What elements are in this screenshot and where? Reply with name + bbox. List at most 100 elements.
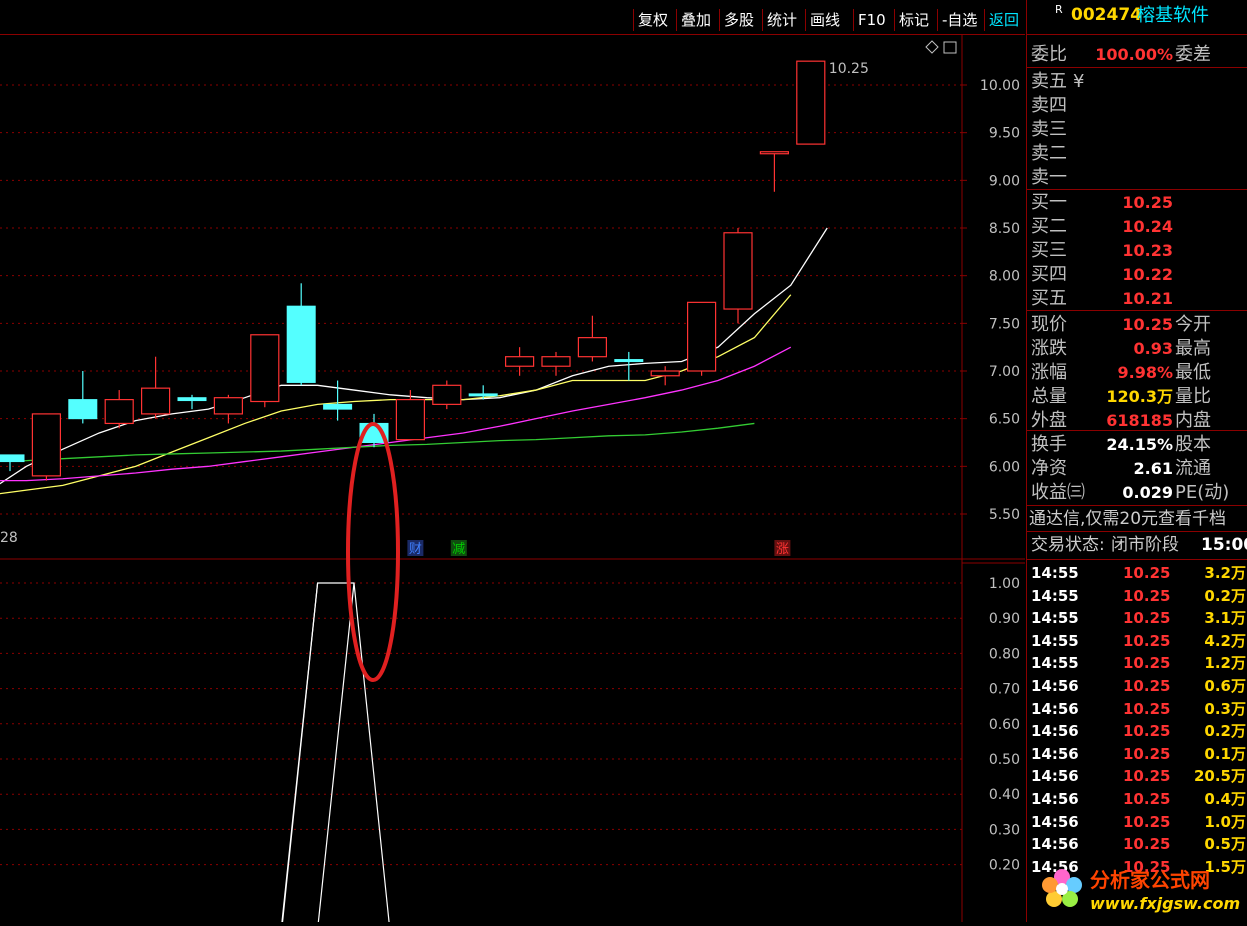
chart-svg: 10.00 9.50 9.00 8.50 8.00 7.50 7.00 6.50 6.00 5.5…: [0, 35, 1025, 926]
tick-volume: 0.6万: [1204, 677, 1246, 695]
quote-row: 总量 120.3万 量比: [1029, 385, 1247, 408]
tick-volume: 0.2万: [1204, 586, 1246, 605]
quote-panel: R 002474 榕基软件 委比 100.00% 委差 卖五 ¥ 卖四 卖三 卖二 卖一 …: [1026, 0, 1247, 922]
status-state: 闭市阶段: [1111, 535, 1179, 555]
quote-label: 总量: [1031, 386, 1067, 407]
candle-body: [104, 399, 134, 425]
tick-price: 10.25: [1123, 677, 1171, 695]
quote-value: 120.3万: [1106, 387, 1173, 406]
toolbar-button[interactable]: 多股: [719, 9, 758, 31]
tick-volume: 3.2万: [1204, 564, 1246, 582]
toolbar-button[interactable]: 统计: [762, 9, 801, 31]
tick-price: 10.25: [1123, 631, 1171, 650]
candle-body: [432, 384, 462, 405]
tick-volume: 4.2万: [1204, 631, 1246, 650]
tick-price: 10.25: [1123, 744, 1171, 763]
stock-name: 榕基软件: [1137, 5, 1209, 26]
sell-level-label: 卖三: [1031, 119, 1067, 140]
indicator-edge: [317, 582, 355, 926]
tick-time: 14:55: [1031, 564, 1079, 582]
y-tick-label: 8.50: [989, 221, 1020, 237]
tick-row: 14:56 10.25 1.0万: [1029, 811, 1247, 833]
sell-level-extra: ¥: [1073, 71, 1085, 92]
sub-y-tick-label: 0.50: [989, 752, 1020, 768]
buy-level-row: 买二 10.24: [1029, 215, 1247, 238]
sub-y-tick-label: 0.40: [989, 787, 1020, 803]
sub-y-tick-label: 0.70: [989, 682, 1020, 698]
buy-level-row: 买五 10.21: [1029, 287, 1247, 310]
candle-body: [650, 370, 680, 377]
sub-y-tick-label: 0.90: [989, 611, 1020, 627]
candle-body: [759, 151, 790, 155]
tick-row: 14:56 10.25 0.3万: [1029, 698, 1247, 720]
quote-label: 现价: [1031, 314, 1067, 335]
tick-price: 10.25: [1123, 812, 1171, 831]
tick-price: 10.25: [1123, 722, 1171, 741]
candle-body: [141, 387, 171, 415]
quote-value: 9.98%: [1117, 363, 1173, 382]
tick-time: 14:56: [1031, 767, 1079, 786]
fundamental-label: 换手: [1031, 434, 1067, 455]
stock-flag: R: [1055, 3, 1063, 16]
tick-row: 14:56 10.25 20.5万: [1029, 765, 1247, 787]
tick-time: 14:55: [1031, 609, 1079, 628]
toolbar-button[interactable]: 复权: [633, 9, 672, 31]
ad-text[interactable]: 通达信,仅需20元查看千档: [1029, 508, 1247, 531]
diff-label: 委差: [1175, 44, 1211, 65]
tick-price: 10.25: [1123, 654, 1171, 673]
tick-time: 14:56: [1031, 699, 1079, 718]
sell-level-row: 卖二: [1029, 142, 1247, 165]
buy-level-row: 买三 10.23: [1029, 239, 1247, 262]
toolbar-button[interactable]: F10: [853, 9, 890, 31]
chart-toolbar: 复权 叠加 多股 统计 画线 F10 标记 -自选 返回: [0, 0, 1025, 35]
tick-volume: 3.1万: [1204, 609, 1246, 628]
sub-y-tick-label: 0.80: [989, 646, 1020, 662]
sell-level-row: 卖一: [1029, 166, 1247, 189]
tick-volume: 0.2万: [1204, 722, 1246, 741]
marker-label: 涨: [776, 542, 789, 557]
chart-area: 10.00 9.50 9.00 8.50 8.00 7.50 7.00 6.50 6.00 5.5…: [0, 35, 1025, 926]
diamond-icon: [925, 40, 939, 54]
toolbar-button[interactable]: -自选: [937, 9, 981, 31]
toolbar-button[interactable]: 标记: [894, 9, 933, 31]
tick-volume: 20.5万: [1193, 767, 1246, 786]
candle-body: [286, 305, 316, 383]
quote-right-label: 今开: [1175, 314, 1211, 335]
candle-body: [796, 60, 826, 145]
buy-level-price: 10.24: [1122, 217, 1173, 236]
buy-level-price: 10.25: [1122, 193, 1173, 212]
status-label: 交易状态:: [1031, 535, 1105, 555]
tick-row: 14:56 10.25 0.2万: [1029, 720, 1247, 742]
candle-body: [323, 403, 353, 410]
toolbar-button[interactable]: 返回: [984, 9, 1023, 31]
status-time: 15:00: [1201, 535, 1247, 555]
ratio-value: 100.00%: [1095, 45, 1173, 64]
y-tick-label: 7.00: [989, 364, 1020, 380]
sub-y-tick-label: 1.00: [989, 576, 1020, 592]
buy-level-label: 买一: [1031, 192, 1067, 213]
quote-label: 涨幅: [1031, 362, 1067, 383]
sell-level-label: 卖二: [1031, 143, 1067, 164]
tick-price: 10.25: [1123, 609, 1171, 628]
flower-icon: [1042, 869, 1082, 907]
toolbar-button[interactable]: 叠加: [676, 9, 715, 31]
fundamental-row: 换手 24.15% 股本: [1029, 433, 1247, 456]
svg-text:分析家公式网: 分析家公式网: [1090, 868, 1210, 892]
candle-body: [541, 356, 571, 367]
tick-time: 14:56: [1031, 812, 1079, 831]
quote-right-label: 最低: [1175, 362, 1211, 383]
toolbar-button[interactable]: 画线: [805, 9, 844, 31]
watermark-logo: 分析家公式网 www.fxjgsw.com: [1042, 868, 1240, 913]
tick-row: 14:55 10.25 4.2万: [1029, 630, 1247, 652]
tick-time: 14:56: [1031, 677, 1079, 695]
trade-status-row: 交易状态: 闭市阶段 15:00: [1029, 534, 1247, 557]
buy-level-price: 10.22: [1122, 265, 1173, 284]
y-tick-label: 10.00: [980, 78, 1020, 94]
quote-row: 外盘 618185 内盘: [1029, 409, 1247, 432]
tick-volume: 0.4万: [1204, 790, 1246, 808]
y-tick-label: 5.50: [989, 507, 1020, 523]
last-price-label: 10.25: [829, 61, 869, 77]
indicator-line: [281, 582, 391, 926]
marker-label: 财: [409, 542, 422, 557]
indicator-edge: [280, 582, 319, 926]
